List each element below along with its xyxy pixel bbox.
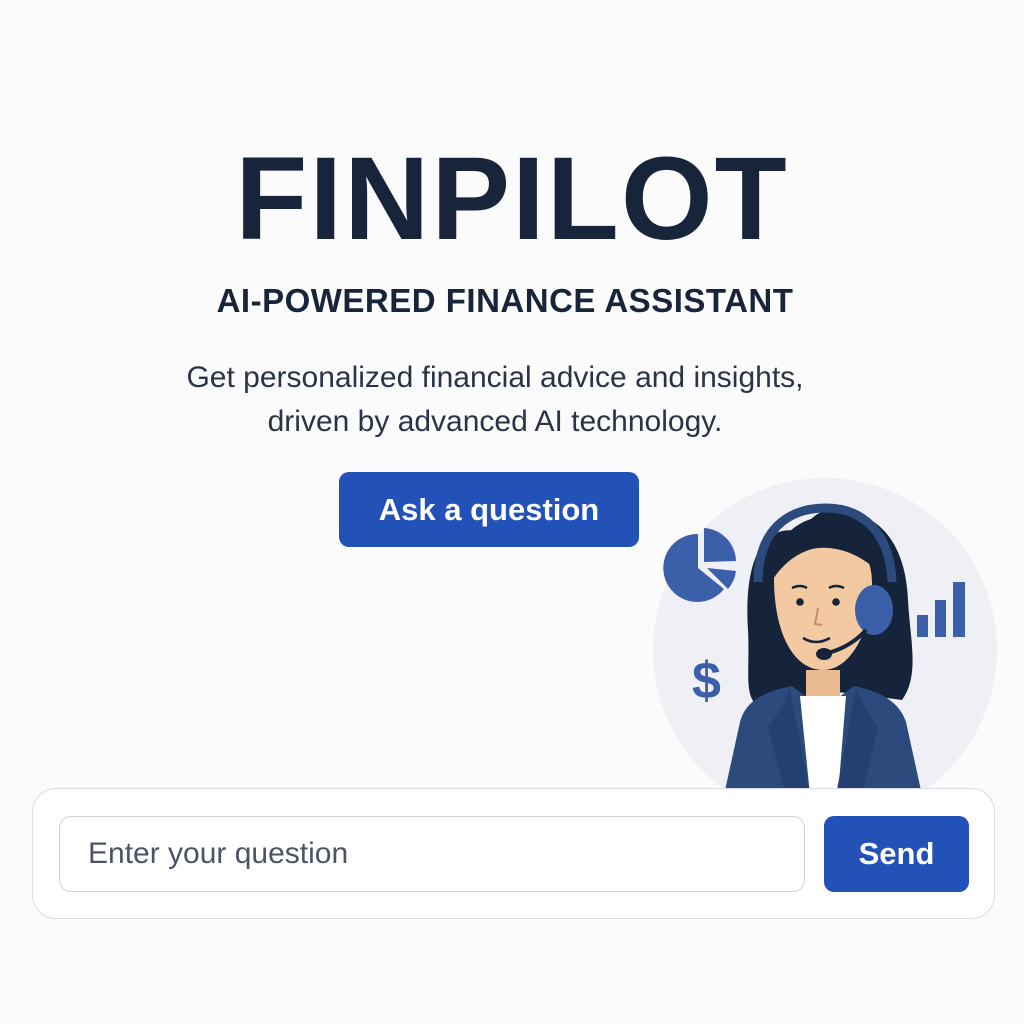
support-agent-illustration: $ [653,478,997,795]
description-line-1: Get personalized financial advice and in… [186,361,804,394]
brand-title: FINPILOT [235,133,789,265]
question-input[interactable] [59,816,805,892]
question-bar: Send [32,788,995,919]
hero-description: Get personalized financial advice and in… [0,356,990,444]
landing-page: FINPILOT AI-POWERED FINANCE ASSISTANT Ge… [0,0,1024,1024]
description-line-2: driven by advanced AI technology. [267,405,723,438]
brand-subtitle: AI-POWERED FINANCE ASSISTANT [216,282,794,319]
dollar-icon: $ [692,652,721,710]
ask-question-button[interactable]: Ask a question [339,472,639,547]
send-button[interactable]: Send [824,816,969,892]
